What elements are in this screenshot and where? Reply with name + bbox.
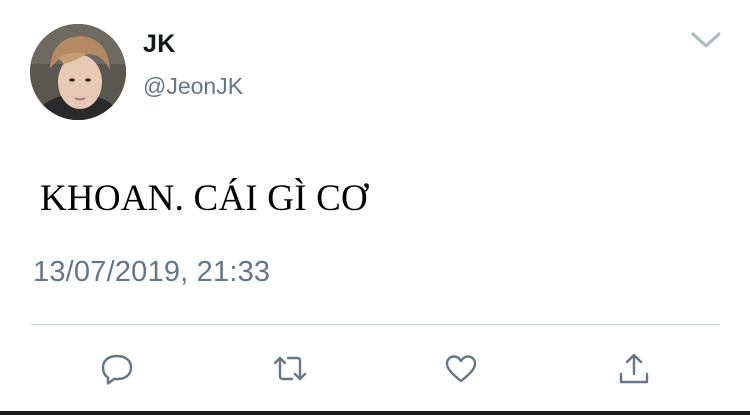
share-button[interactable]	[614, 350, 654, 388]
chevron-down-icon[interactable]	[688, 28, 724, 52]
tweet-timestamp[interactable]: 13/07/2019, 21:33	[33, 256, 270, 289]
avatar[interactable]	[30, 24, 126, 120]
heart-icon	[445, 355, 477, 383]
bottom-border	[0, 411, 750, 415]
like-button[interactable]	[441, 350, 481, 388]
divider	[30, 324, 720, 325]
tweet-card: JK @JeonJK KHOAN. CÁI GÌ CƠ 13/07/2019, …	[0, 0, 750, 415]
reply-button[interactable]	[97, 350, 137, 388]
tweet-text: KHOAN. CÁI GÌ CƠ	[40, 178, 368, 219]
retweet-button[interactable]	[270, 350, 310, 388]
username-handle[interactable]: @JeonJK	[143, 73, 243, 100]
profile-photo-icon	[30, 24, 126, 120]
speech-bubble-icon	[101, 354, 133, 385]
upload-arrow-icon	[619, 353, 649, 384]
display-name[interactable]: JK	[143, 30, 176, 59]
retweet-arrows-icon	[273, 356, 307, 381]
